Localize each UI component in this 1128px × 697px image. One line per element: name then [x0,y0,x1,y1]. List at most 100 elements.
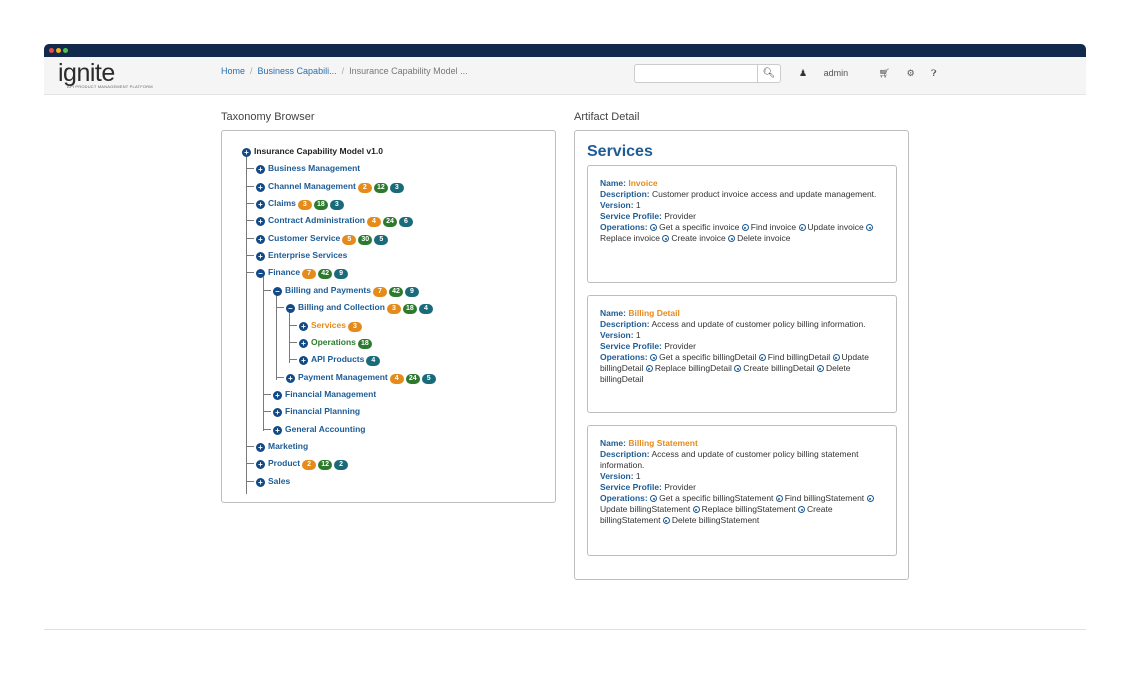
expand-icon[interactable]: + [256,200,265,209]
operation-item[interactable]: Create invoice [662,233,726,243]
tree-node-root[interactable]: + Insurance Capability Model v1.0 [242,145,383,157]
operation-icon [866,495,874,502]
expand-icon[interactable]: + [273,408,282,417]
operation-item[interactable]: Delete invoice [728,233,791,243]
app-logo[interactable]: ignite [58,61,115,86]
count-badge: 42 [318,269,333,279]
help-icon[interactable]: ❓︎ [931,68,936,78]
tree-node-product[interactable]: + Product 2 12 2 [256,457,349,470]
service-card: Name: Billing Detail Description: Access… [587,295,897,413]
operation-item[interactable]: Replace billingStatement [692,504,796,514]
operation-icon [692,506,700,513]
operation-item[interactable]: Get a specific billingDetail [650,352,756,362]
tree-node-contract-administration[interactable]: + Contract Administration 4 24 6 [256,214,413,227]
tree-node-enterprise-services[interactable]: + Enterprise Services [256,249,347,261]
service-profile-row: Service Profile: Provider [600,211,890,222]
expand-icon[interactable]: + [256,252,265,261]
tree-node-billing-and-collection[interactable]: – Billing and Collection 3 18 4 [286,301,433,314]
count-badge: 30 [358,235,373,245]
expand-icon[interactable]: + [299,322,308,331]
tree-node-finance[interactable]: – Finance 7 42 9 [256,266,349,279]
expand-icon[interactable]: + [256,165,265,174]
tree-node-payment-management[interactable]: + Payment Management 4 24 5 [286,371,436,384]
tree-node-billing-and-payments[interactable]: – Billing and Payments 7 42 9 [273,284,419,297]
service-profile-row: Service Profile: Provider [600,341,890,352]
tree-node-label: Financial Management [285,389,377,399]
service-name[interactable]: Invoice [628,178,657,188]
tree-node-label: Insurance Capability Model v1.0 [254,146,383,156]
operation-item[interactable]: Get a specific invoice [650,222,739,232]
expand-icon[interactable]: + [256,183,265,192]
operation-item[interactable]: Get a specific billingStatement [650,493,773,503]
operation-icon [816,365,824,372]
breadcrumb-home[interactable]: Home [221,66,245,76]
user-menu[interactable]: ♟ admin [799,68,862,78]
cart-icon[interactable]: 🛒︎ [879,68,890,78]
tree-node-marketing[interactable]: + Marketing [256,440,308,452]
breadcrumb-business-capabilities[interactable]: Business Capabili... [258,66,337,76]
tree-node-operations[interactable]: + Operations 18 [299,336,372,349]
tree-node-business-management[interactable]: + Business Management [256,162,360,174]
collapse-icon[interactable]: – [273,287,282,296]
tree-connector [246,203,254,204]
expand-icon[interactable]: + [299,356,308,365]
service-profile: Provider [664,341,696,351]
service-description: Customer product invoice access and upda… [651,189,877,199]
operation-item[interactable]: Delete billingStatement [662,515,759,525]
breadcrumb-separator: / [341,66,345,76]
top-navbar: ignite API PRODUCT MANAGEMENT PLATFORM H… [44,57,1086,95]
operation-item[interactable]: Create billingDetail [734,363,815,373]
operation-item[interactable]: Find invoice [741,222,797,232]
tree-connector [263,277,264,431]
field-label: Description: [600,449,650,459]
gear-icon[interactable]: ⚙ [907,68,915,78]
expand-icon[interactable]: + [299,339,308,348]
tree-connector [263,411,271,412]
expand-icon[interactable]: + [273,426,282,435]
operation-label: Find invoice [750,222,797,232]
expand-icon[interactable]: + [256,460,265,469]
expand-icon[interactable]: + [256,235,265,244]
tree-node-claims[interactable]: + Claims 3 18 3 [256,197,344,210]
tree-node-sales[interactable]: + Sales [256,475,290,487]
service-profile: Provider [664,482,696,492]
count-badge: 4 [418,304,433,314]
operation-item[interactable]: Update invoice [798,222,864,232]
tree-node-general-accounting[interactable]: + General Accounting [273,423,365,435]
service-card-body: Name: Invoice Description: Customer prod… [600,178,890,244]
tree-node-services[interactable]: + Services 3 [299,319,362,332]
search-input[interactable] [634,64,758,83]
count-badge: 18 [402,304,417,314]
service-name[interactable]: Billing Detail [628,308,679,318]
expand-icon[interactable]: + [242,148,251,157]
collapse-icon[interactable]: – [286,304,295,313]
close-dot-icon[interactable] [49,48,54,53]
tree-node-label: API Products [311,354,365,364]
collapse-icon[interactable]: – [256,269,265,278]
expand-icon[interactable]: + [256,478,265,487]
expand-icon[interactable]: + [256,443,265,452]
count-badge: 3 [389,183,404,193]
artifact-heading: Services [587,143,653,160]
operation-icon [662,235,670,242]
search-button[interactable]: 🔍︎ [758,64,781,83]
tree-node-financial-planning[interactable]: + Financial Planning [273,405,360,417]
tree-node-label: Product [268,458,301,468]
expand-icon[interactable]: + [256,217,265,226]
operation-item[interactable]: Replace billingDetail [645,363,732,373]
tree-node-customer-service[interactable]: + Customer Service 5 30 5 [256,232,389,245]
maximize-dot-icon[interactable] [63,48,68,53]
count-badge: 6 [398,217,413,227]
minimize-dot-icon[interactable] [56,48,61,53]
tree-connector [246,463,254,464]
service-name[interactable]: Billing Statement [628,438,697,448]
operation-item[interactable]: Find billingStatement [775,493,864,503]
expand-icon[interactable]: + [286,374,295,383]
operation-item[interactable]: Find billingDetail [758,352,830,362]
expand-icon[interactable]: + [273,391,282,400]
tree-node-financial-management[interactable]: + Financial Management [273,388,376,400]
operation-label: Replace invoice [600,233,661,243]
tree-node-api-products[interactable]: + API Products 4 [299,353,381,366]
tree-node-channel-management[interactable]: + Channel Management 2 12 3 [256,180,404,193]
count-badge: 3 [297,200,312,210]
